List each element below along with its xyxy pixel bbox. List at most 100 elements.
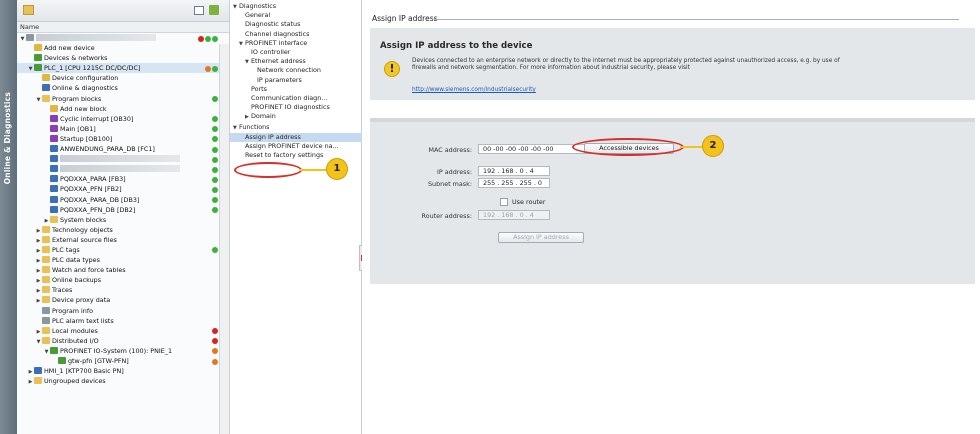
task-item[interactable]: Assign PROFINET device na... <box>230 142 362 151</box>
tree-row[interactable]: ▶ Watch and force tables <box>17 265 229 275</box>
tree-row[interactable]: ANWENDUNG_PARA_DB [FC1] <box>17 144 229 154</box>
tree-row[interactable]: Program info <box>17 306 229 316</box>
task-item[interactable]: Network connection <box>230 66 362 75</box>
online-diagnostics-side-tab[interactable]: Online & Diagnostics <box>0 0 17 434</box>
tree-row-label: System blocks <box>60 215 107 224</box>
tree-row[interactable]: ▶ System blocks <box>17 215 229 225</box>
tree-row[interactable]: Main [OB1] <box>17 124 229 134</box>
tree-row[interactable]: Startup [OB100] <box>17 134 229 144</box>
task-item[interactable]: Assign IP address <box>230 132 362 142</box>
project-icon[interactable] <box>23 5 34 15</box>
tree-row-label: Technology objects <box>52 225 113 234</box>
tree-row[interactable]: Online & diagnostics <box>17 83 229 93</box>
task-item[interactable]: General <box>230 11 362 20</box>
notice-title: Assign IP address to the device <box>380 41 533 51</box>
tree-row[interactable]: ▼ PLC_1 [CPU 1215C DC/DC/DC] <box>17 63 229 74</box>
use-router-checkbox[interactable] <box>500 198 508 206</box>
tree-row[interactable]: Add new device <box>17 43 229 53</box>
status-icon <box>212 358 218 365</box>
tree-row[interactable]: ▶ Traces <box>17 285 229 295</box>
tree-row[interactable]: ▶ External source files <box>17 235 229 245</box>
tree-row-label: Add new device <box>44 44 95 53</box>
tree-row[interactable] <box>17 154 229 164</box>
purple-item-icon <box>50 114 58 122</box>
expand-arrow-icon[interactable]: ▶ <box>27 377 34 387</box>
tree-row-label: PROFINET IO-System (100): PNIE_1 <box>60 346 173 355</box>
tree-row[interactable]: PQDXXA_PARA_DB [DB3] <box>17 195 229 205</box>
tree-row-label: Cyclic interrupt [OB30] <box>60 114 134 123</box>
tree-row[interactable]: ▶ Local modules <box>17 326 229 336</box>
blue-item-icon <box>42 84 50 92</box>
status-icon <box>212 35 218 42</box>
tree-row[interactable]: ▶ PLC tags <box>17 245 229 255</box>
tree-row-label: Traces <box>52 286 73 295</box>
task-item[interactable]: ▼ PROFINET interface <box>230 39 362 48</box>
notice-text: Devices connected to an enterprise netwo… <box>412 58 840 72</box>
tree-row[interactable]: Device configuration <box>17 73 229 83</box>
ip-address-field[interactable]: 192 . 168 . 0 . 4 <box>478 166 550 176</box>
tree-scrollbar[interactable] <box>219 44 229 434</box>
tree-row[interactable]: ▶ Online backups <box>17 275 229 285</box>
tree-row[interactable]: PQDXXA_PFN [FB2] <box>17 184 229 194</box>
warning-icon: ! <box>384 61 400 77</box>
tree-row[interactable]: Add new block <box>17 104 229 114</box>
tree-row-label: Add new block <box>60 104 107 113</box>
callout-ring-1 <box>234 162 302 178</box>
redacted-label <box>60 155 180 163</box>
yellow-item-icon <box>34 44 42 52</box>
assign-ip-button[interactable]: Assign IP address <box>498 232 584 243</box>
callout-ring-2 <box>572 138 684 156</box>
ip-label: IP address: <box>436 168 472 176</box>
blue-item-icon <box>50 205 58 213</box>
status-icon <box>212 338 218 345</box>
expand-view-icon[interactable] <box>209 5 219 15</box>
tree-row[interactable]: Devices & networks <box>17 53 229 63</box>
task-item[interactable]: ▼ Diagnostics <box>230 2 362 11</box>
tree-row[interactable]: gtw-pfn [GTW-PFN] <box>17 356 229 366</box>
mac-address-field[interactable]: 00 -00 -00 -00 -00 -00 <box>478 144 586 154</box>
tree-row[interactable]: Cyclic interrupt [OB30] <box>17 114 229 124</box>
task-item[interactable]: PROFINET IO diagnostics <box>230 103 362 112</box>
task-item-label: Ports <box>251 84 267 93</box>
task-item[interactable]: Channel diagnostics <box>230 30 362 39</box>
task-item[interactable]: ▼ Ethernet address <box>230 57 362 66</box>
task-item[interactable]: IO controller <box>230 48 362 57</box>
tree-row[interactable]: ▶ Ungrouped devices <box>17 376 229 387</box>
tree-row[interactable]: PLC alarm text lists <box>17 316 229 326</box>
tree-row[interactable]: PQDXXA_PARA [FB3] <box>17 174 229 184</box>
yellow-item-icon <box>42 74 50 82</box>
redacted-label <box>60 165 180 173</box>
green-item-icon <box>50 346 58 354</box>
folder-item-icon <box>42 94 50 102</box>
tree-row-label: Program blocks <box>52 94 102 103</box>
tree-row[interactable]: ▶ Device proxy data <box>17 295 229 305</box>
status-icon <box>212 207 218 214</box>
security-link[interactable]: http://www.siemens.com/industrialsecurit… <box>412 87 536 93</box>
tree-row[interactable]: ▼ PROFINET IO-System (100): PNIE_1 <box>17 346 229 356</box>
tree-row[interactable]: ▶ PLC data types <box>17 255 229 265</box>
task-item[interactable]: Ports <box>230 85 362 94</box>
folder-item-icon <box>42 235 50 243</box>
blue-item-icon <box>50 195 58 203</box>
task-item-label: General <box>245 11 271 20</box>
task-item[interactable]: ▼ Functions <box>230 123 362 132</box>
mac-label: MAC address: <box>428 146 472 154</box>
tree-row-label: PLC tags <box>52 245 80 254</box>
task-item[interactable]: IP parameters <box>230 76 362 85</box>
tree-row[interactable]: ▼ Program blocks <box>17 94 229 104</box>
tree-row-label: HMI_1 [KTP700 Basic PN] <box>44 367 124 376</box>
tree-row[interactable]: ▼ <box>17 33 229 43</box>
green-item-icon <box>34 54 42 62</box>
task-item[interactable]: ▶ Domain <box>230 112 362 121</box>
redacted-label <box>36 34 156 41</box>
tree-row[interactable] <box>17 164 229 174</box>
project-tree-panel: Name ▼ Add new device Devices & networks ▼ P… <box>17 0 230 434</box>
task-item[interactable]: Diagnostic status <box>230 20 362 29</box>
tree-row[interactable]: ▶ Technology objects <box>17 225 229 235</box>
tree-row[interactable]: ▶ HMI_1 [KTP700 Basic PN] <box>17 366 229 376</box>
subnet-mask-field[interactable]: 255 . 255 . 255 . 0 <box>478 178 550 188</box>
tree-row[interactable]: PQDXXA_PFN_DB [DB2] <box>17 205 229 215</box>
task-item[interactable]: Communication diagn... <box>230 94 362 103</box>
tree-row[interactable]: ▼ Distributed I/O <box>17 336 229 346</box>
table-view-icon[interactable] <box>194 6 204 15</box>
